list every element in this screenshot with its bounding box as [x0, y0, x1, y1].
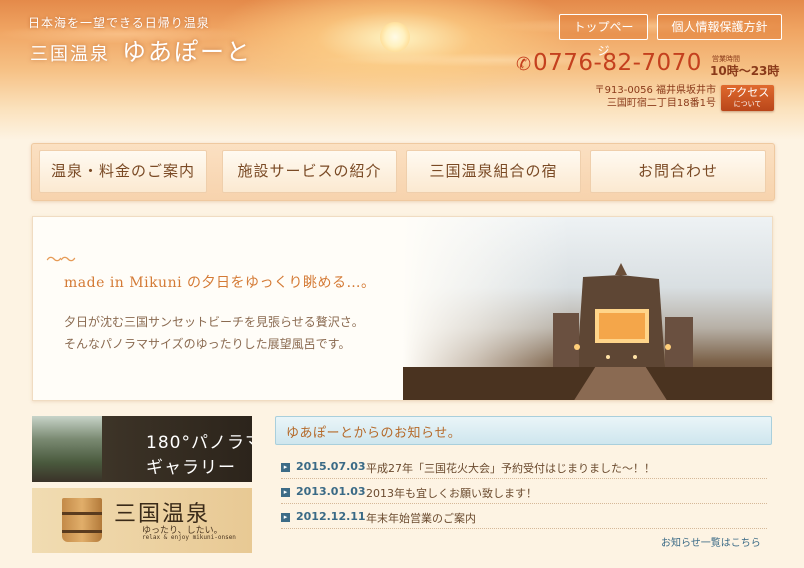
- business-hours: 10時〜23時: [710, 64, 780, 78]
- arrow-icon: ▸: [281, 463, 290, 472]
- hero-title: made in Mikuni の夕日をゆっくり眺める…。: [64, 275, 376, 291]
- hero-building-photo: [403, 217, 772, 400]
- news-header: ゆあぽーとからのお知らせ。: [275, 416, 772, 445]
- logo-main: ゆあぽーと: [122, 38, 252, 66]
- nav-item-onsen-prices[interactable]: 温泉・料金のご案内: [39, 150, 207, 193]
- address-line-2: 三国町宿二丁目18番1号: [606, 98, 716, 109]
- address-line-1: 〒913-0056 福井県坂井市: [594, 85, 716, 96]
- news-link[interactable]: 平成27年「三国花火大会」予約受付はじまりました～！！: [366, 460, 655, 476]
- site-logo[interactable]: 三国温泉 ゆあぽーと: [30, 32, 252, 67]
- hero-description: 夕日が沈む三国サンセットビーチを見張らせる贅沢さ。 そんなパノラマサイズのゆった…: [64, 311, 364, 355]
- tagline: 日本海を一望できる日帰り温泉: [28, 16, 210, 30]
- access-sublabel: について: [733, 100, 762, 108]
- panorama-title: 180°パノラマ: [146, 433, 252, 453]
- seagull-icon: 〜〜: [46, 250, 76, 269]
- arrow-icon: ▸: [281, 513, 290, 522]
- nav-item-facilities[interactable]: 施設サービスの紹介: [222, 150, 397, 193]
- hero-line-1: 夕日が沈む三国サンセットビーチを見張らせる贅沢さ。: [64, 315, 364, 329]
- phone-icon: ✆: [516, 54, 532, 75]
- access-label: アクセス: [725, 86, 770, 99]
- nav-item-contact[interactable]: お問合わせ: [590, 150, 766, 193]
- top-page-button[interactable]: トップページ: [559, 14, 648, 58]
- sun-image: [380, 22, 410, 52]
- arrow-icon: ▸: [281, 488, 290, 497]
- news-link[interactable]: 2013年も宜しくお願い致します！: [366, 485, 537, 501]
- news-item: ▸ 2015.07.03 平成27年「三国花火大会」予約受付はじまりました～！！: [281, 455, 767, 479]
- panorama-thumbnail: [32, 416, 102, 482]
- mikuni-onsen-banner[interactable]: 三国温泉 ゆったり、したい。 relax & enjoy mikuni-onse…: [32, 488, 252, 553]
- panorama-subtitle: ギャラリー: [146, 458, 236, 478]
- nav-item-inns[interactable]: 三国温泉組合の宿: [406, 150, 581, 193]
- news-list-link[interactable]: お知らせ一覧はこちら: [661, 534, 761, 549]
- phone-number: 0776-82-7070: [533, 50, 702, 76]
- news-date: 2015.07.03: [296, 460, 366, 473]
- news-heading: ゆあぽーとからのお知らせ。: [286, 426, 462, 441]
- news-item: ▸ 2012.12.11 年末年始営業のご案内: [281, 505, 767, 529]
- access-button[interactable]: アクセス について: [721, 85, 774, 111]
- panorama-gallery-banner[interactable]: 180°パノラマ ギャラリー: [32, 416, 252, 482]
- wooden-tub-icon: [62, 498, 102, 542]
- address: 〒913-0056 福井県坂井市 三国町宿二丁目18番1号: [584, 84, 716, 110]
- logo-prefix: 三国温泉: [30, 44, 110, 65]
- news-item: ▸ 2013.01.03 2013年も宜しくお願い致します！: [281, 480, 767, 504]
- news-link[interactable]: 年末年始営業のご案内: [366, 510, 476, 526]
- news-date: 2012.12.11: [296, 510, 366, 523]
- news-date: 2013.01.03: [296, 485, 366, 498]
- building-illustration: [403, 263, 772, 400]
- privacy-policy-button[interactable]: 個人情報保護方針: [657, 14, 782, 40]
- hero-line-2: そんなパノラマサイズのゆったりした展望風呂です。: [64, 337, 351, 351]
- onsen-banner-english: relax & enjoy mikuni-onsen: [142, 534, 236, 541]
- hero-panel: [32, 216, 773, 401]
